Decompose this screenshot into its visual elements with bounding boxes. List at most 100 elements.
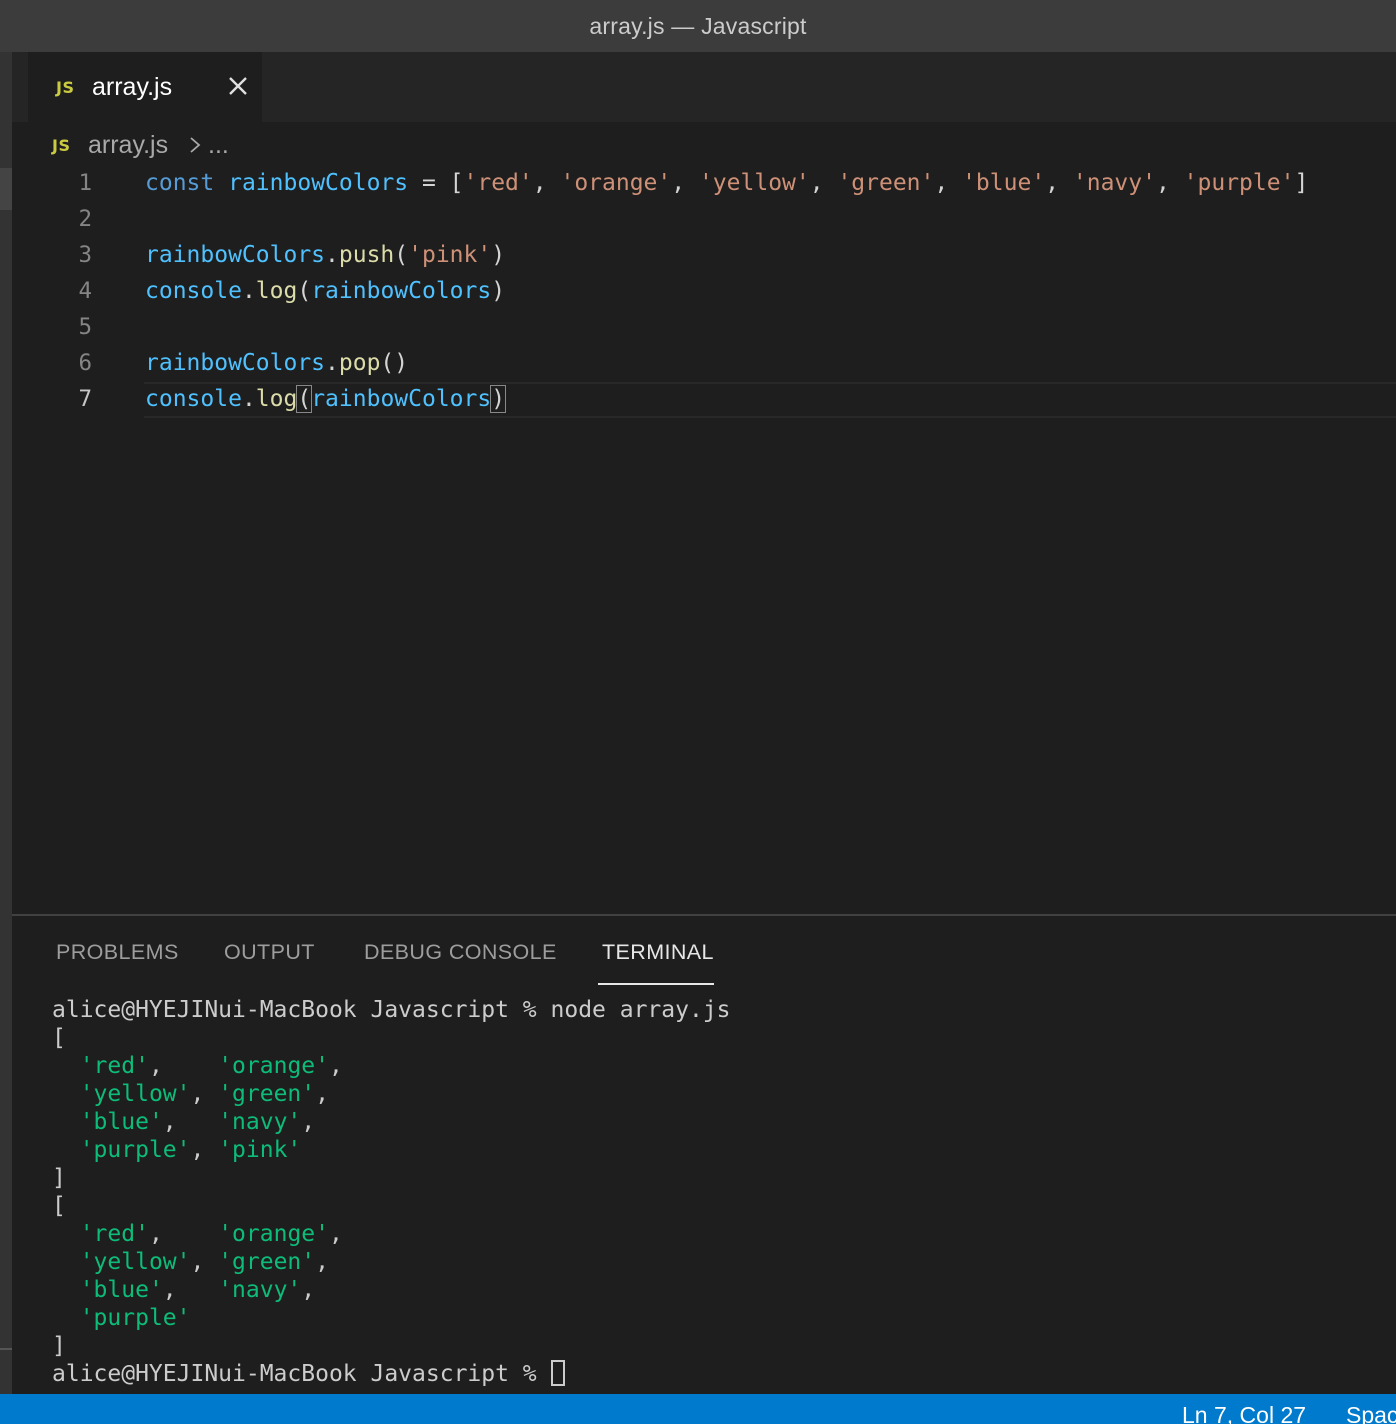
code-token: rainbowColors: [145, 350, 326, 376]
terminal-text: 'green': [218, 1249, 316, 1275]
terminal-text: ,: [301, 1109, 316, 1135]
active-tab-indicator: [598, 983, 714, 985]
tab-debug-console[interactable]: DEBUG CONSOLE: [364, 940, 557, 965]
terminal-text: ,: [315, 1081, 329, 1107]
code-text: console.log(rainbowColors): [145, 278, 505, 304]
code-token: ): [491, 242, 506, 268]
terminal-text: ,: [148, 1053, 219, 1079]
cursor-position[interactable]: Ln 7, Col 27: [1182, 1402, 1306, 1424]
javascript-file-icon: JS: [56, 78, 75, 97]
terminal-text: 'blue': [79, 1109, 163, 1135]
code-token: console: [145, 386, 242, 412]
code-line[interactable]: 6 rainbowColors.pop(): [12, 346, 1396, 382]
code-token: ,: [1045, 170, 1073, 196]
terminal-line: 'yellow', 'green',: [52, 1080, 329, 1108]
code-token: ): [491, 278, 506, 304]
code-token: rainbowColors: [311, 278, 492, 304]
title-bar: array.js — Javascript: [0, 0, 1396, 52]
code-text: rainbowColors.pop(): [145, 350, 408, 376]
terminal-line: 'purple': [52, 1304, 191, 1332]
terminal-text: 'navy': [218, 1277, 302, 1303]
code-line[interactable]: 3 rainbowColors.push('pink'): [12, 238, 1396, 274]
code-token: (: [394, 242, 409, 268]
terminal-line: alice@HYEJINui-MacBook Javascript % node…: [52, 996, 731, 1024]
terminal-text: [: [52, 1193, 66, 1219]
code-token: push: [338, 242, 395, 268]
terminal-text: 'yellow': [79, 1249, 191, 1275]
code-token: const: [145, 170, 215, 196]
terminal-text: ,: [162, 1277, 219, 1303]
javascript-file-icon: JS: [52, 136, 71, 155]
code-line[interactable]: 1 const rainbowColors = ['red', 'orange',…: [12, 166, 1396, 202]
terminal-text: 'navy': [218, 1109, 302, 1135]
indentation-setting[interactable]: Spaces: [1346, 1402, 1396, 1424]
code-token: ,: [1155, 170, 1184, 196]
code-token: 'red': [463, 170, 533, 196]
terminal-text: ,: [190, 1249, 219, 1275]
terminal-line: ]: [52, 1332, 66, 1360]
close-icon[interactable]: [226, 74, 250, 98]
code-text: console.log(rainbowColors): [145, 385, 507, 413]
code-token: ,: [671, 170, 699, 196]
code-token: ,: [934, 170, 963, 196]
panel-tab-bar: PROBLEMS OUTPUT DEBUG CONSOLE TERMINAL: [12, 916, 1396, 988]
strip-divider: [0, 1348, 12, 1350]
code-token: 'yellow': [698, 170, 810, 196]
tab-problems[interactable]: PROBLEMS: [56, 940, 179, 965]
code-token: ]: [1294, 170, 1309, 196]
terminal-text: ,: [190, 1137, 219, 1163]
code-line[interactable]: 5: [12, 310, 1396, 346]
code-token: .: [241, 278, 256, 304]
tab-array-js[interactable]: JS array.js: [28, 52, 262, 122]
window-title: array.js — Javascript: [589, 12, 807, 39]
terminal-line: 'red', 'orange',: [52, 1220, 343, 1248]
terminal-line: 'red', 'orange',: [52, 1052, 343, 1080]
strip-marker: [0, 168, 12, 210]
tab-terminal[interactable]: TERMINAL: [602, 940, 714, 965]
line-number: 4: [78, 278, 92, 304]
terminal-text: 'yellow': [79, 1081, 191, 1107]
code-token: .: [325, 242, 339, 268]
code-text: const rainbowColors = ['red', 'orange', …: [145, 170, 1308, 196]
code-line[interactable]: 4 console.log(rainbowColors): [12, 274, 1396, 310]
code-token: log: [255, 278, 298, 304]
terminal-line: 'yellow', 'green',: [52, 1248, 329, 1276]
terminal-cursor: [550, 1360, 565, 1386]
code-token: 'green': [837, 170, 935, 196]
left-edge-strip: [0, 52, 12, 1394]
code-line[interactable]: 7 console.log(rainbowColors): [12, 382, 1396, 418]
code-token: .: [241, 386, 256, 412]
line-number: 2: [78, 206, 92, 232]
code-token: 'navy': [1072, 170, 1156, 196]
code-token: (: [296, 385, 313, 413]
terminal-line: [: [52, 1024, 66, 1052]
terminal-text: [: [52, 1025, 66, 1051]
terminal-prompt[interactable]: alice@HYEJINui-MacBook Javascript %: [52, 1360, 565, 1388]
terminal-text: 'red': [79, 1053, 149, 1079]
terminal-line: [: [52, 1192, 66, 1220]
breadcrumb-more[interactable]: ...: [208, 131, 229, 160]
code-line[interactable]: 2: [12, 202, 1396, 238]
terminal-text: 'red': [79, 1221, 149, 1247]
code-token: (): [380, 350, 409, 376]
terminal-text: ,: [148, 1221, 219, 1247]
line-number: 1: [78, 170, 92, 196]
terminal-line: ]: [52, 1164, 66, 1192]
code-token: rainbowColors: [311, 386, 492, 412]
code-token: 'orange': [560, 170, 672, 196]
tab-output[interactable]: OUTPUT: [224, 940, 315, 965]
code-token: 'blue': [962, 170, 1046, 196]
code-token: ,: [809, 170, 838, 196]
code-editor[interactable]: 1 const rainbowColors = ['red', 'orange',…: [12, 166, 1396, 914]
code-token: ): [490, 385, 507, 413]
terminal-text: 'orange': [218, 1053, 329, 1079]
code-token: console: [145, 278, 242, 304]
terminal-line: 'purple', 'pink': [52, 1136, 302, 1164]
breadcrumb-file[interactable]: array.js: [88, 131, 168, 160]
